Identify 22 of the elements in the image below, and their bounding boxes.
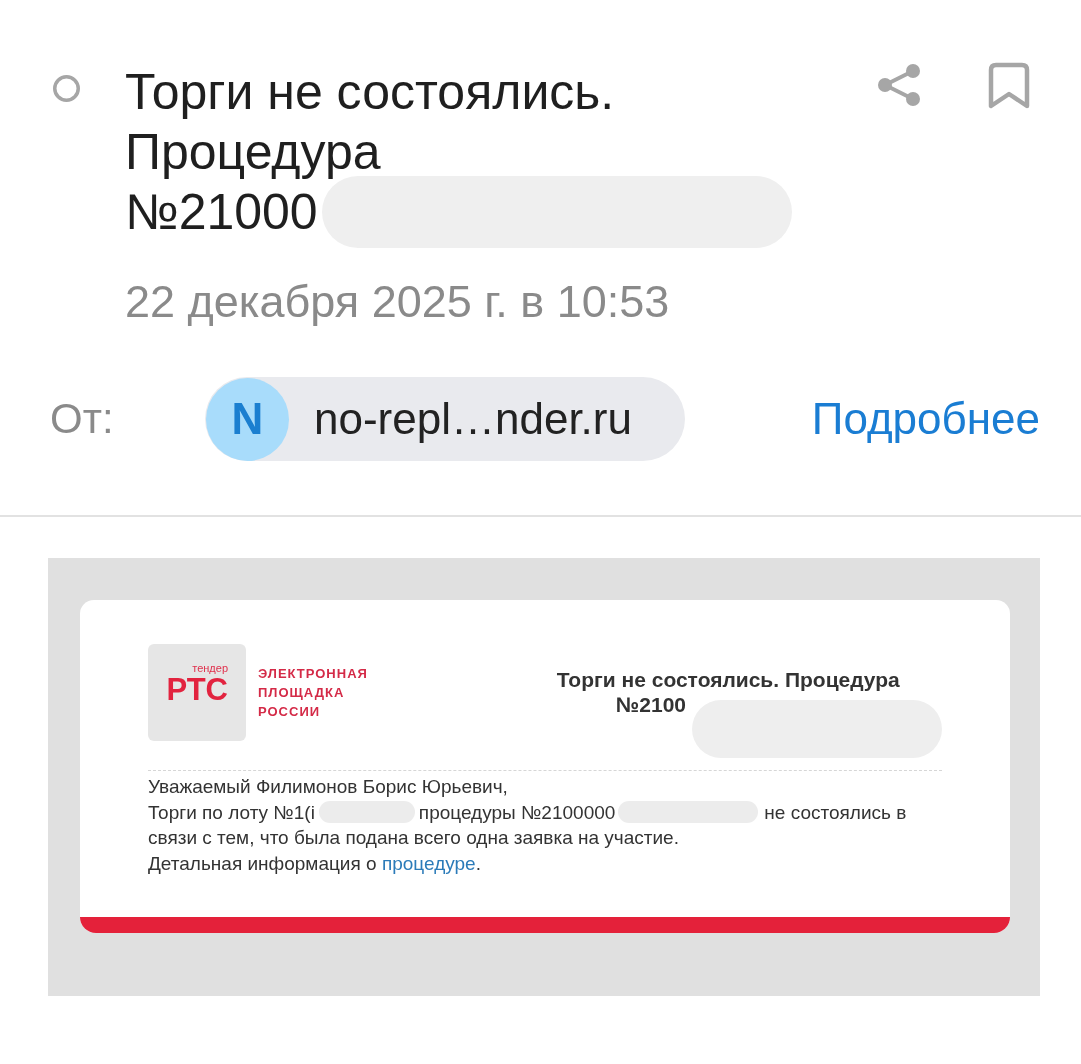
body-text: Уважаемый Филимонов Борис Юрьевич,	[148, 775, 508, 799]
body-text: процедуры №2100000	[418, 800, 616, 825]
platform-caption: ЭЛЕКТРОННАЯ ПЛОЩАДКА РОССИИ	[258, 665, 368, 721]
subject-text: №21000	[125, 183, 318, 242]
body-text: не состоялись в	[764, 800, 907, 825]
sender-chip[interactable]: N no-repl…nder.ru	[205, 377, 685, 461]
date-text: 22 декабря 2025 г. в 10:53	[125, 278, 670, 326]
body-text: Детальная информация о процедуре.	[148, 851, 481, 876]
subject-text: Процедура	[125, 123, 381, 182]
notice-title-text: №2100	[615, 692, 686, 717]
logo-small-text: тендер	[192, 662, 228, 675]
subject-text: Торги не состоялись.	[125, 63, 615, 122]
details-link[interactable]: Подробнее	[811, 394, 1040, 444]
bookmark-icon[interactable]	[988, 62, 1030, 110]
body-text: связи с тем, что была подана всего одна заявка на участие.	[148, 826, 679, 850]
from-label: От:	[50, 395, 115, 443]
share-icon[interactable]	[876, 62, 922, 108]
procedure-link[interactable]: процедуре	[381, 852, 476, 874]
sender-avatar: N	[206, 377, 289, 461]
body-text: Торги по лоту №1(i	[148, 800, 315, 825]
notice-title-text: Торги не состоялись. Процедура	[556, 667, 900, 692]
logo-mark-text: РТС	[166, 675, 228, 705]
